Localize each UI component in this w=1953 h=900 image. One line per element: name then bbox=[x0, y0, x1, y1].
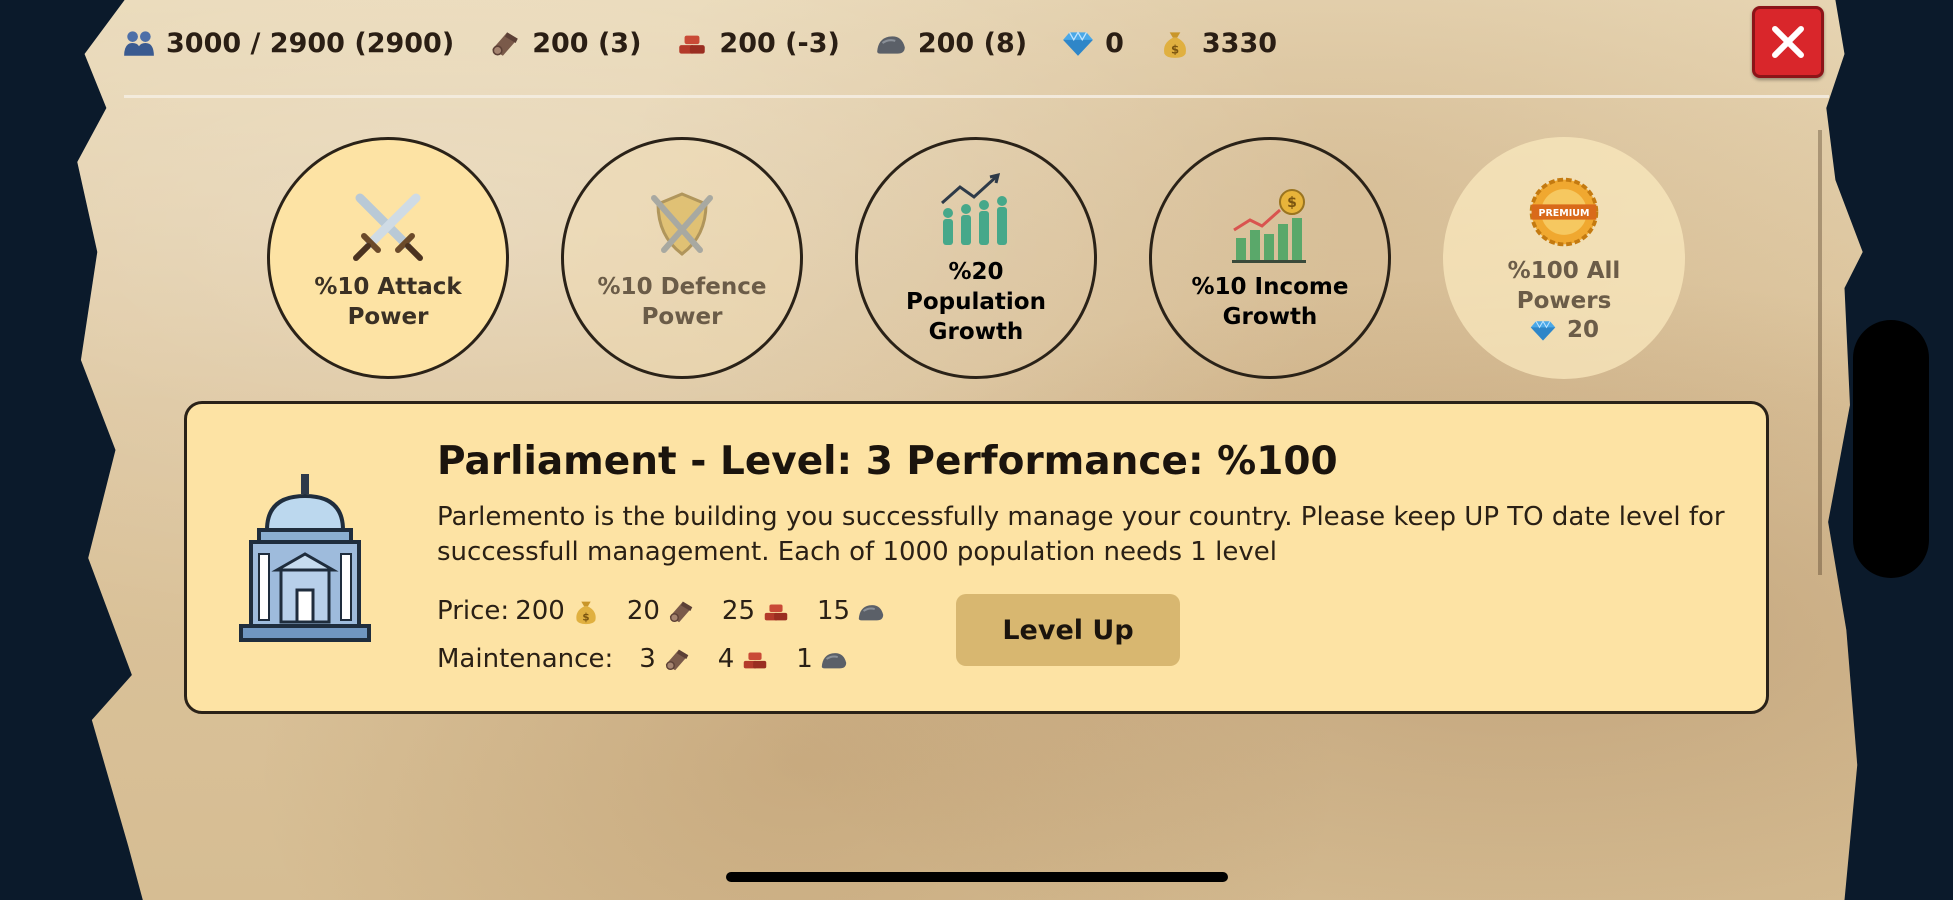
power-label: %10 Attack Power bbox=[314, 274, 462, 330]
shield-swords-icon bbox=[651, 192, 713, 256]
parliament-building-icon bbox=[239, 474, 371, 642]
maintenance-wood-value: 3 bbox=[639, 644, 656, 674]
resource-bar: 3000 / 2900 (2900) 200 (3) 200 (-3) 200 … bbox=[122, 20, 1277, 66]
maintenance-stone-value: 1 bbox=[796, 644, 813, 674]
scrollbar-track[interactable] bbox=[1818, 130, 1822, 575]
building-description: Parlemento is the building you successfu… bbox=[437, 502, 1725, 567]
price-gold-value: 200 bbox=[515, 596, 565, 626]
close-icon bbox=[1772, 26, 1804, 58]
clay-icon bbox=[675, 26, 709, 60]
gold-value: 3330 bbox=[1201, 27, 1278, 59]
price-clay-value: 25 bbox=[721, 596, 756, 626]
gem-icon bbox=[1529, 316, 1557, 344]
gems-value: 0 bbox=[1105, 27, 1124, 59]
wood-icon bbox=[666, 596, 696, 626]
power-option-defence[interactable]: %10 Defence Power bbox=[561, 137, 803, 379]
power-option-all-powers[interactable]: PREMIUM %100 All Powers 20 bbox=[1443, 137, 1685, 379]
gold-bag-icon bbox=[1158, 26, 1192, 60]
stone-icon bbox=[856, 596, 886, 626]
stone-icon bbox=[874, 26, 908, 60]
gold-bag-icon bbox=[571, 596, 601, 626]
power-label: %10 Income Growth bbox=[1191, 274, 1349, 330]
clay-value: 200 (-3) bbox=[719, 27, 840, 59]
premium-badge-icon: PREMIUM bbox=[1529, 177, 1599, 247]
power-label: %10 Defence Power bbox=[597, 274, 767, 330]
svg-text:$: $ bbox=[1287, 195, 1297, 211]
price-stone-value: 15 bbox=[817, 596, 851, 626]
resource-population: 3000 / 2900 (2900) bbox=[122, 26, 454, 60]
income-chart-icon: $ bbox=[1232, 189, 1306, 263]
resource-gold: 3330 bbox=[1158, 26, 1277, 60]
stone-value: 200 (8) bbox=[917, 27, 1028, 59]
power-cost: 20 bbox=[1529, 316, 1599, 344]
maintenance-label: Maintenance: bbox=[437, 644, 614, 674]
power-label: %100 All Powers bbox=[1507, 258, 1621, 314]
power-option-population[interactable]: %20 Population Growth bbox=[855, 137, 1097, 379]
gem-icon bbox=[1061, 26, 1095, 60]
power-option-attack[interactable]: %10 Attack Power bbox=[267, 137, 509, 379]
stone-icon bbox=[819, 644, 849, 674]
close-button[interactable] bbox=[1752, 6, 1824, 78]
resource-gems: 0 bbox=[1061, 26, 1124, 60]
power-label: %20 Population Growth bbox=[906, 259, 1046, 345]
population-value: 3000 / 2900 (2900) bbox=[166, 27, 455, 59]
building-title: Parliament - Level: 3 Performance: %100 bbox=[437, 439, 1338, 484]
building-info-panel: Parliament - Level: 3 Performance: %100 … bbox=[184, 401, 1769, 714]
wood-value: 200 (3) bbox=[532, 27, 642, 59]
power-option-income[interactable]: $ %10 Income Growth bbox=[1149, 137, 1391, 379]
resource-wood: 200 (3) bbox=[488, 26, 641, 60]
power-cost-value: 20 bbox=[1566, 317, 1599, 343]
crossed-swords-icon bbox=[353, 193, 423, 261]
maintenance-clay-value: 4 bbox=[717, 644, 735, 674]
home-indicator[interactable] bbox=[726, 872, 1228, 882]
resource-clay: 200 (-3) bbox=[675, 26, 840, 60]
price-wood-value: 20 bbox=[626, 596, 660, 626]
population-growth-icon bbox=[941, 172, 1007, 245]
power-options: %10 Attack Power %10 Defence Power %20 P… bbox=[267, 137, 1687, 379]
clay-icon bbox=[740, 644, 770, 674]
clay-icon bbox=[761, 596, 791, 626]
wood-icon bbox=[488, 26, 522, 60]
population-icon bbox=[122, 26, 156, 60]
maintenance-row: Maintenance: 3 4 1 bbox=[437, 644, 849, 674]
resource-stone: 200 (8) bbox=[874, 26, 1027, 60]
price-row: Price: 200 20 25 15 bbox=[437, 596, 886, 626]
wood-icon bbox=[662, 644, 692, 674]
price-label: Price: bbox=[437, 596, 510, 626]
level-up-button[interactable]: Level Up bbox=[956, 594, 1180, 666]
premium-badge-text: PREMIUM bbox=[1538, 208, 1589, 219]
device-side-notch bbox=[1853, 320, 1929, 578]
header-divider bbox=[124, 95, 1829, 98]
